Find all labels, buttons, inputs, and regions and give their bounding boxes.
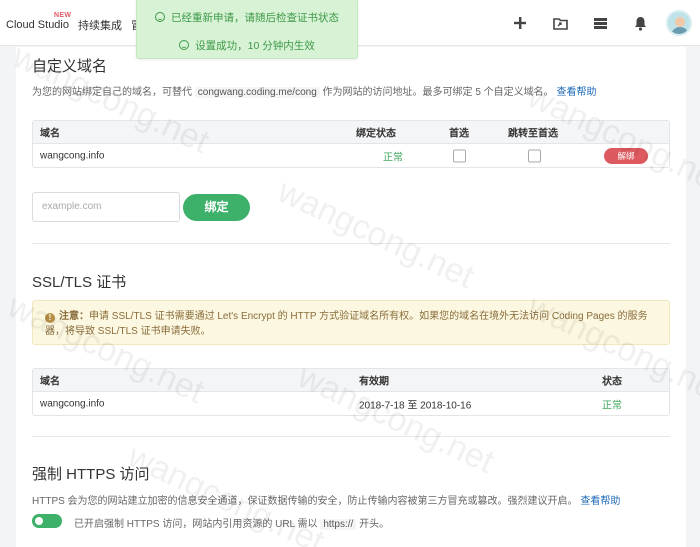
col-validity: 有效期 (359, 376, 389, 388)
ssl-title: SSL/TLS 证书 (32, 274, 127, 291)
desc-code: congwang.coding.me/cong (194, 87, 320, 98)
smile-icon (179, 40, 190, 50)
col-primary: 首选 (449, 128, 469, 140)
success-toast: 已经重新申请，请随后检查证书状态 设置成功，10 分钟内生效 (136, 0, 358, 59)
https-title: 强制 HTTPS 访问 (32, 466, 150, 483)
col-redirect: 跳转至首选 (508, 128, 558, 140)
redirect-checkbox[interactable] (528, 149, 541, 162)
table-header: 域名 绑定状态 首选 跳转至首选 (33, 121, 669, 144)
plus-icon[interactable] (500, 0, 540, 46)
divider (32, 243, 670, 244)
status-cell: 正常 (602, 400, 622, 411)
https-desc-text: HTTPS 会为您的网站建立加密的信息安全通道，保证数据传输的安全，防止传输内容… (32, 496, 578, 507)
validity-cell: 2018-7-18 至 2018-10-16 (359, 400, 472, 411)
main-content: 自定义域名 为您的网站绑定自己的域名，可替代 congwang.coding.m… (16, 47, 686, 547)
col-domain: 域名 (40, 376, 60, 388)
toast-line-1: 已经重新申请，请随后检查证书状态 (137, 10, 357, 25)
custom-domain-title: 自定义域名 (32, 58, 108, 75)
help-link[interactable]: 查看帮助 (556, 87, 596, 98)
domain-table: 域名 绑定状态 首选 跳转至首选 wangcong.info 正常 解绑 (32, 120, 670, 168)
bell-icon[interactable] (620, 0, 660, 46)
nav-left: Cloud Studio NEW 持续集成 冒 (6, 12, 151, 33)
toggle-code: https:// (320, 519, 357, 530)
notice-label: 注意： (59, 311, 89, 322)
user-avatar[interactable] (666, 10, 692, 36)
server-icon[interactable] (580, 0, 620, 46)
desc-prefix: 为您的网站绑定自己的域名，可替代 (32, 87, 192, 98)
notice-text: ! 注意：申请 SSL/TLS 证书需要通过 Let's Encrypt 的 HT… (45, 309, 660, 339)
https-desc: HTTPS 会为您的网站建立加密的信息安全通道，保证数据传输的安全，防止传输内容… (32, 492, 620, 507)
col-status: 绑定状态 (356, 128, 396, 140)
status-cell: 正常 (383, 152, 403, 163)
custom-domain-desc: 为您的网站绑定自己的域名，可替代 congwang.coding.me/cong… (32, 83, 596, 98)
unbind-button[interactable]: 解绑 (604, 147, 648, 164)
ssl-table: 域名 有效期 状态 wangcong.info 2018-7-18 至 2018… (32, 368, 670, 416)
bind-button[interactable]: 绑定 (183, 194, 250, 221)
toggle-knob (35, 517, 43, 525)
new-badge: NEW (54, 12, 72, 19)
table-row: wangcong.info 2018-7-18 至 2018-10-16 正常 (33, 392, 669, 415)
divider (32, 436, 670, 437)
domain-input[interactable]: example.com (32, 192, 180, 222)
https-toggle[interactable] (32, 514, 62, 528)
toggle-text-prefix: 已开启强制 HTTPS 访问，网站内引用资源的 URL 需以 (74, 519, 318, 530)
primary-checkbox[interactable] (453, 149, 466, 162)
table-header: 域名 有效期 状态 (33, 369, 669, 392)
ssl-notice: ! 注意：申请 SSL/TLS 证书需要通过 Let's Encrypt 的 HT… (32, 300, 670, 345)
smile-icon (155, 12, 165, 22)
help-link[interactable]: 查看帮助 (580, 496, 620, 507)
desc-suffix: 作为网站的访问地址。最多可绑定 5 个自定义域名。 (322, 87, 554, 98)
col-status: 状态 (602, 376, 622, 388)
col-domain: 域名 (40, 128, 60, 140)
domain-cell: wangcong.info (40, 150, 105, 161)
folder-share-icon[interactable] (540, 0, 580, 46)
nav-item-cloud-studio[interactable]: Cloud Studio NEW (6, 12, 71, 31)
toast-text-1: 已经重新申请，请随后检查证书状态 (171, 12, 339, 24)
nav-icons (500, 0, 700, 46)
table-row: wangcong.info 正常 解绑 (33, 144, 669, 167)
toast-text-2: 设置成功，10 分钟内生效 (195, 40, 315, 52)
nav-item-ci[interactable]: 持续集成 (78, 17, 122, 33)
toast-line-2: 设置成功，10 分钟内生效 (137, 38, 357, 53)
notice-body: 申请 SSL/TLS 证书需要通过 Let's Encrypt 的 HTTP 方… (45, 311, 648, 337)
warning-icon: ! (45, 313, 55, 323)
toggle-text-suffix: 开头。 (359, 519, 390, 530)
https-toggle-label: 已开启强制 HTTPS 访问，网站内引用资源的 URL 需以 https:// … (74, 515, 389, 530)
nav-item-label: Cloud Studio (6, 19, 69, 31)
domain-cell: wangcong.info (40, 398, 105, 409)
